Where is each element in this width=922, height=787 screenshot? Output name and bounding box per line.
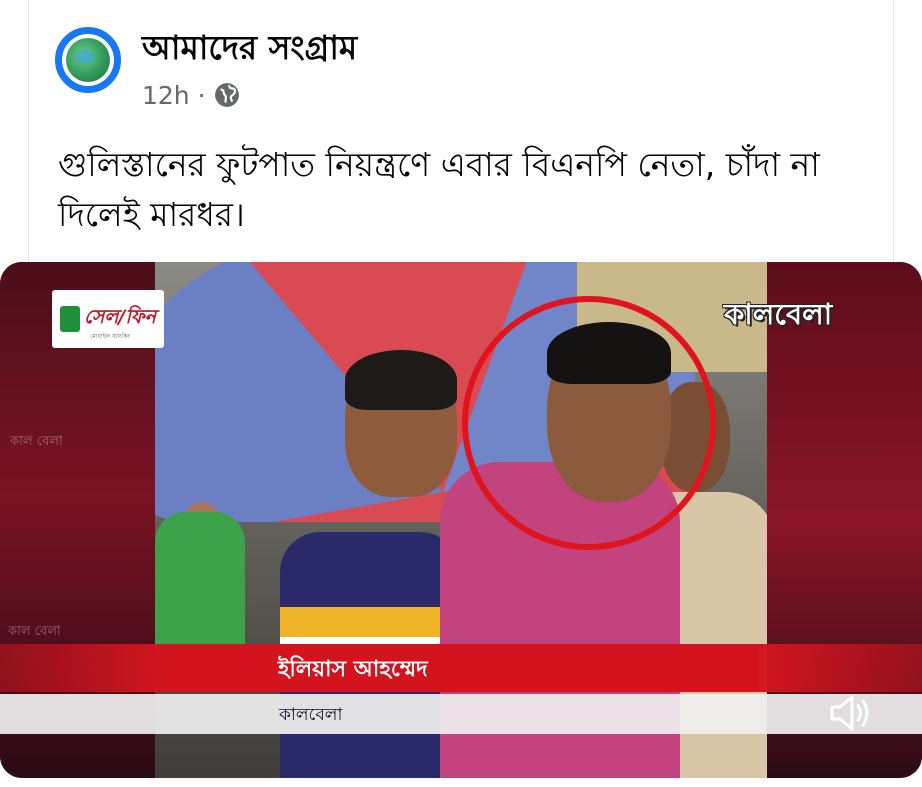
lower-third-name-bar	[0, 644, 922, 692]
post-text: গুলিস্তানের ফুটপাত নিয়ন্ত্রণে এবার বিএন…	[58, 145, 820, 234]
lower-third-name: ইলিয়াস আহম্মেদ	[278, 657, 428, 682]
post-timestamp[interactable]: 12h	[142, 81, 190, 110]
page-name-link[interactable]: আমাদের সংগ্রাম	[142, 22, 357, 78]
speaker-icon[interactable]	[824, 687, 876, 739]
person-striped-hair	[345, 350, 457, 410]
meta-separator: ·	[197, 80, 206, 110]
channel-logo: কালবেলা	[724, 297, 833, 331]
post-meta: 12h ·	[142, 80, 240, 110]
sponsor-logo-subtext: মোবাইল ব্যাংকিং	[90, 333, 130, 340]
lower-third-source-bar	[0, 694, 922, 734]
highlight-circle	[462, 296, 716, 550]
globe-icon[interactable]	[214, 82, 240, 108]
avatar-globe-image	[66, 38, 110, 82]
ghost-label-left-2: কাল বেলা	[8, 624, 61, 639]
bottom-gap	[0, 778, 922, 787]
sponsor-mark-icon	[59, 306, 80, 332]
video-player[interactable]: কাল বেলা কাল বেলা সেল/ফিন মোবাইল ব্যাংকি…	[0, 262, 922, 778]
page-avatar[interactable]	[55, 27, 121, 93]
ghost-label-left-1: কাল বেলা	[10, 434, 63, 449]
sponsor-logo: সেল/ফিন মোবাইল ব্যাংকিং	[52, 290, 164, 348]
person-green-shirt	[155, 512, 245, 652]
lower-third-source: কালবেলা	[279, 705, 343, 725]
